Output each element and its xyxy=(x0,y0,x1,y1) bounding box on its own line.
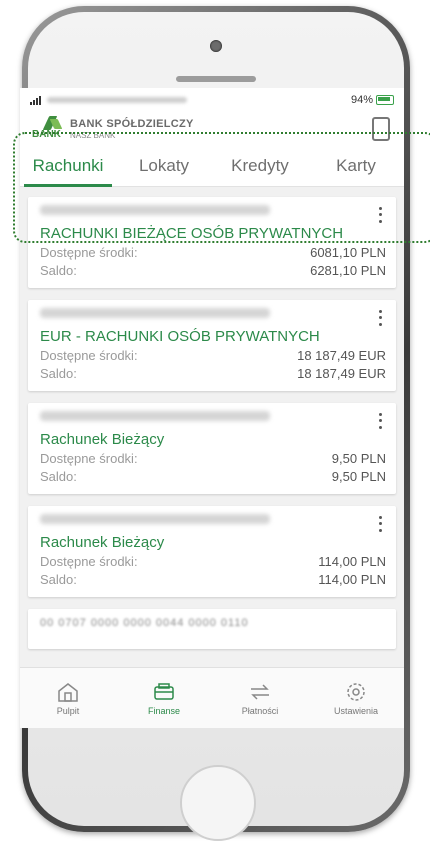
gear-icon xyxy=(347,682,365,701)
nav-label: Płatności xyxy=(241,705,279,716)
signal-icon xyxy=(30,95,41,105)
account-number-blurred xyxy=(40,308,270,318)
logout-icon[interactable] xyxy=(372,117,390,141)
account-card[interactable]: Rachunek Bieżący Dostępne środki: 114,00 … xyxy=(28,506,396,597)
account-number-blurred xyxy=(40,514,270,524)
more-options-icon[interactable] xyxy=(372,308,388,328)
tab-kredyty[interactable]: Kredyty xyxy=(212,156,308,186)
balance-amount: 114,00 PLN xyxy=(318,572,386,587)
front-camera xyxy=(210,40,222,52)
home-button[interactable] xyxy=(180,765,256,841)
battery-percent: 94% xyxy=(350,94,373,106)
bank-name: BANK SPÓŁDZIELCZY xyxy=(70,118,194,130)
more-options-icon[interactable] xyxy=(372,205,388,225)
phone-screen: 94% BANK BANK SPÓŁDZIELCZY NASZ BANK Rac… xyxy=(20,88,404,728)
home-icon xyxy=(58,682,78,702)
account-card[interactable]: EUR - RACHUNKI OSÓB PRYWATNYCH Dostępne … xyxy=(28,300,396,391)
account-name: Rachunek Bieżący xyxy=(40,534,165,551)
app-header: BANK BANK SPÓŁDZIELCZY NASZ BANK xyxy=(20,112,404,144)
available-amount: 9,50 PLN xyxy=(331,451,386,466)
available-label: Dostępne środki: xyxy=(40,451,138,466)
available-amount: 6081,10 PLN xyxy=(310,245,386,260)
more-options-icon[interactable] xyxy=(372,411,388,431)
tab-rachunki[interactable]: Rachunki xyxy=(20,156,116,187)
wallet-icon xyxy=(154,682,174,700)
account-name: EUR - RACHUNKI OSÓB PRYWATNYCH xyxy=(40,328,320,345)
tab-karty[interactable]: Karty xyxy=(308,156,404,186)
balance-amount: 6281,10 PLN xyxy=(310,263,386,278)
balance-label: Saldo: xyxy=(40,263,77,278)
nav-label: Pulpit xyxy=(56,705,80,716)
nav-label: Finanse xyxy=(147,705,181,716)
account-name: RACHUNKI BIEŻĄCE OSÓB PRYWATNYCH xyxy=(40,225,344,242)
bank-logo: BANK BANK SPÓŁDZIELCZY NASZ BANK xyxy=(32,116,194,140)
account-card[interactable]: Rachunek Bieżący Dostępne środki: 9,50 PL… xyxy=(28,403,396,494)
more-options-icon[interactable] xyxy=(372,514,388,534)
balance-label: Saldo: xyxy=(40,469,77,484)
tab-bar: Rachunki Lokaty Kredyty Karty xyxy=(20,144,404,187)
bottom-navigation: Pulpit Finanse Płatności Ustawienia xyxy=(20,667,404,728)
balance-amount: 9,50 PLN xyxy=(331,469,386,484)
account-number-blurred xyxy=(40,205,270,215)
account-card[interactable]: RACHUNKI BIEŻĄCE OSÓB PRYWATNYCH Dostępn… xyxy=(28,197,396,288)
nav-finanse[interactable]: Finanse xyxy=(116,668,212,728)
available-label: Dostępne środki: xyxy=(40,348,138,363)
nav-label: Ustawienia xyxy=(333,705,379,716)
transfer-icon xyxy=(251,683,269,700)
account-name: Rachunek Bieżący xyxy=(40,431,165,448)
balance-label: Saldo: xyxy=(40,572,77,587)
nav-platnosci[interactable]: Płatności xyxy=(212,668,308,728)
available-label: Dostępne środki: xyxy=(40,245,138,260)
battery-icon xyxy=(376,95,394,105)
tab-lokaty[interactable]: Lokaty xyxy=(116,156,212,186)
available-amount: 114,00 PLN xyxy=(318,554,386,569)
available-amount: 18 187,49 EUR xyxy=(297,348,386,363)
carrier-info-blurred xyxy=(47,97,187,103)
bank-logo-mark: BANK xyxy=(32,116,66,140)
bank-subname: NASZ BANK xyxy=(70,131,116,140)
account-number-partial: 00 0707 0000 0000 0044 0000 0110 xyxy=(40,617,249,629)
accounts-list: RACHUNKI BIEŻĄCE OSÓB PRYWATNYCH Dostępn… xyxy=(20,187,404,667)
status-bar: 94% xyxy=(20,88,404,112)
account-card[interactable]: 00 0707 0000 0000 0044 0000 0110 xyxy=(28,609,396,649)
balance-label: Saldo: xyxy=(40,366,77,381)
nav-pulpit[interactable]: Pulpit xyxy=(20,668,116,728)
account-number-blurred xyxy=(40,411,270,421)
available-label: Dostępne środki: xyxy=(40,554,138,569)
earpiece-speaker xyxy=(176,76,256,82)
balance-amount: 18 187,49 EUR xyxy=(297,366,386,381)
nav-ustawienia[interactable]: Ustawienia xyxy=(308,668,404,728)
logo-word: BANK xyxy=(32,129,61,140)
